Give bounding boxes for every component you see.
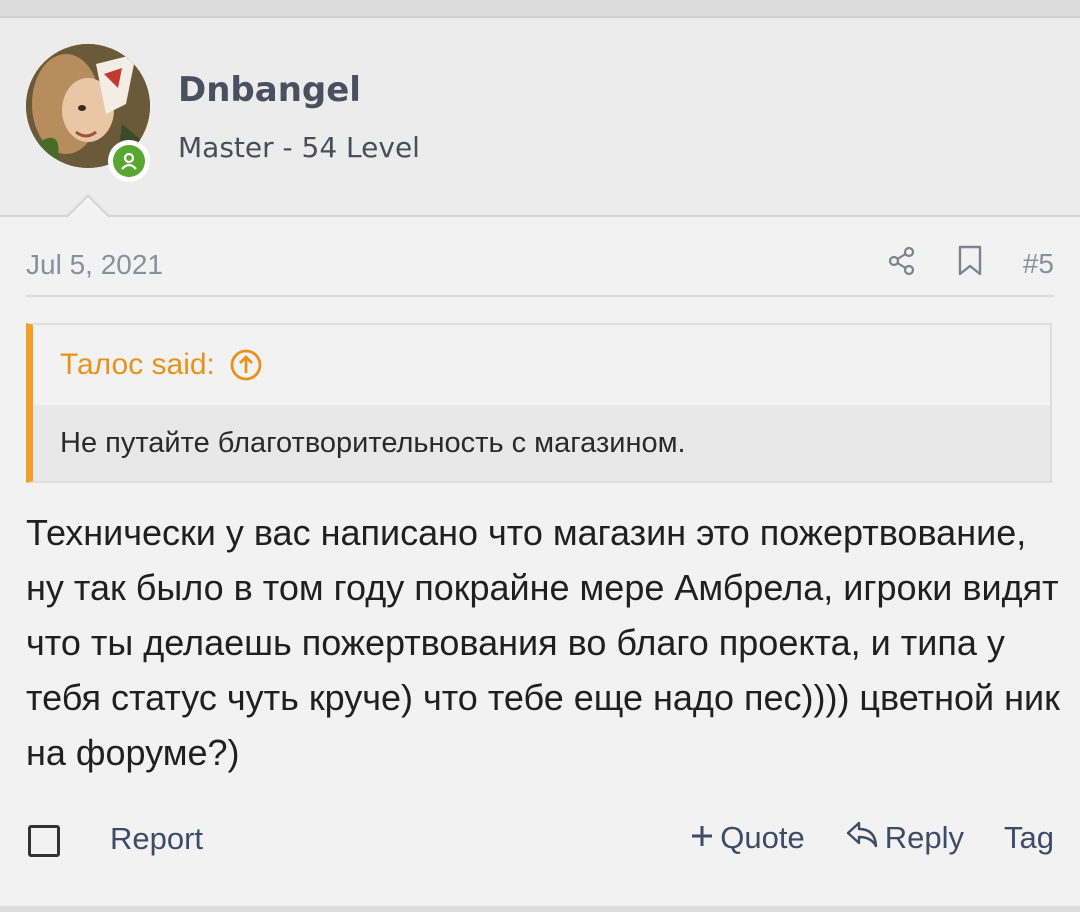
tag-button-label: Tag xyxy=(1004,820,1054,855)
post-header-divider xyxy=(26,295,1054,297)
reply-arrow-icon xyxy=(845,819,879,857)
post-author-username[interactable]: Dnbangel xyxy=(178,70,361,110)
post-number-link[interactable]: #5 xyxy=(1023,248,1054,280)
user-online-icon xyxy=(113,145,145,177)
reply-button-label: Reply xyxy=(884,820,965,855)
arrow-up-circle-icon[interactable] xyxy=(229,348,263,382)
post-footer: Report Quote Reply Tag xyxy=(26,813,1054,873)
post-date[interactable]: Jul 5, 2021 xyxy=(26,249,163,281)
quote-button-label: Quote xyxy=(720,820,805,855)
header-pointer-fill xyxy=(68,197,108,217)
footer-actions: Quote Reply Tag xyxy=(690,819,1054,857)
quote-author-said[interactable]: Талос said: xyxy=(60,348,215,382)
post-author-title: Master - 54 Level xyxy=(178,131,420,164)
post-actions: #5 xyxy=(887,245,1054,282)
quote-text: Не путайте благотворительность с магазин… xyxy=(33,405,1050,481)
avatar-container[interactable] xyxy=(26,44,150,182)
plus-icon xyxy=(690,820,714,856)
post-user-header: Dnbangel Master - 54 Level xyxy=(0,18,1080,217)
bottom-divider xyxy=(0,906,1080,912)
top-strip xyxy=(0,0,1080,18)
quote-block: Талос said: Не путайте благотворительнос… xyxy=(26,323,1052,483)
tag-button[interactable]: Tag xyxy=(1004,820,1054,856)
post-body: Jul 5, 2021 #5 Талос said: Не путайте бл… xyxy=(0,217,1080,912)
report-link[interactable]: Report xyxy=(110,821,203,857)
quote-attribution[interactable]: Талос said: xyxy=(33,325,1050,405)
reply-button[interactable]: Reply xyxy=(845,819,964,857)
bookmark-icon[interactable] xyxy=(957,245,983,282)
select-post-checkbox[interactable] xyxy=(28,825,60,857)
online-status-badge xyxy=(108,140,150,182)
share-icon[interactable] xyxy=(887,246,917,281)
post-message: Технически у вас написано что магазин эт… xyxy=(26,512,1060,773)
quote-button[interactable]: Quote xyxy=(690,820,805,856)
